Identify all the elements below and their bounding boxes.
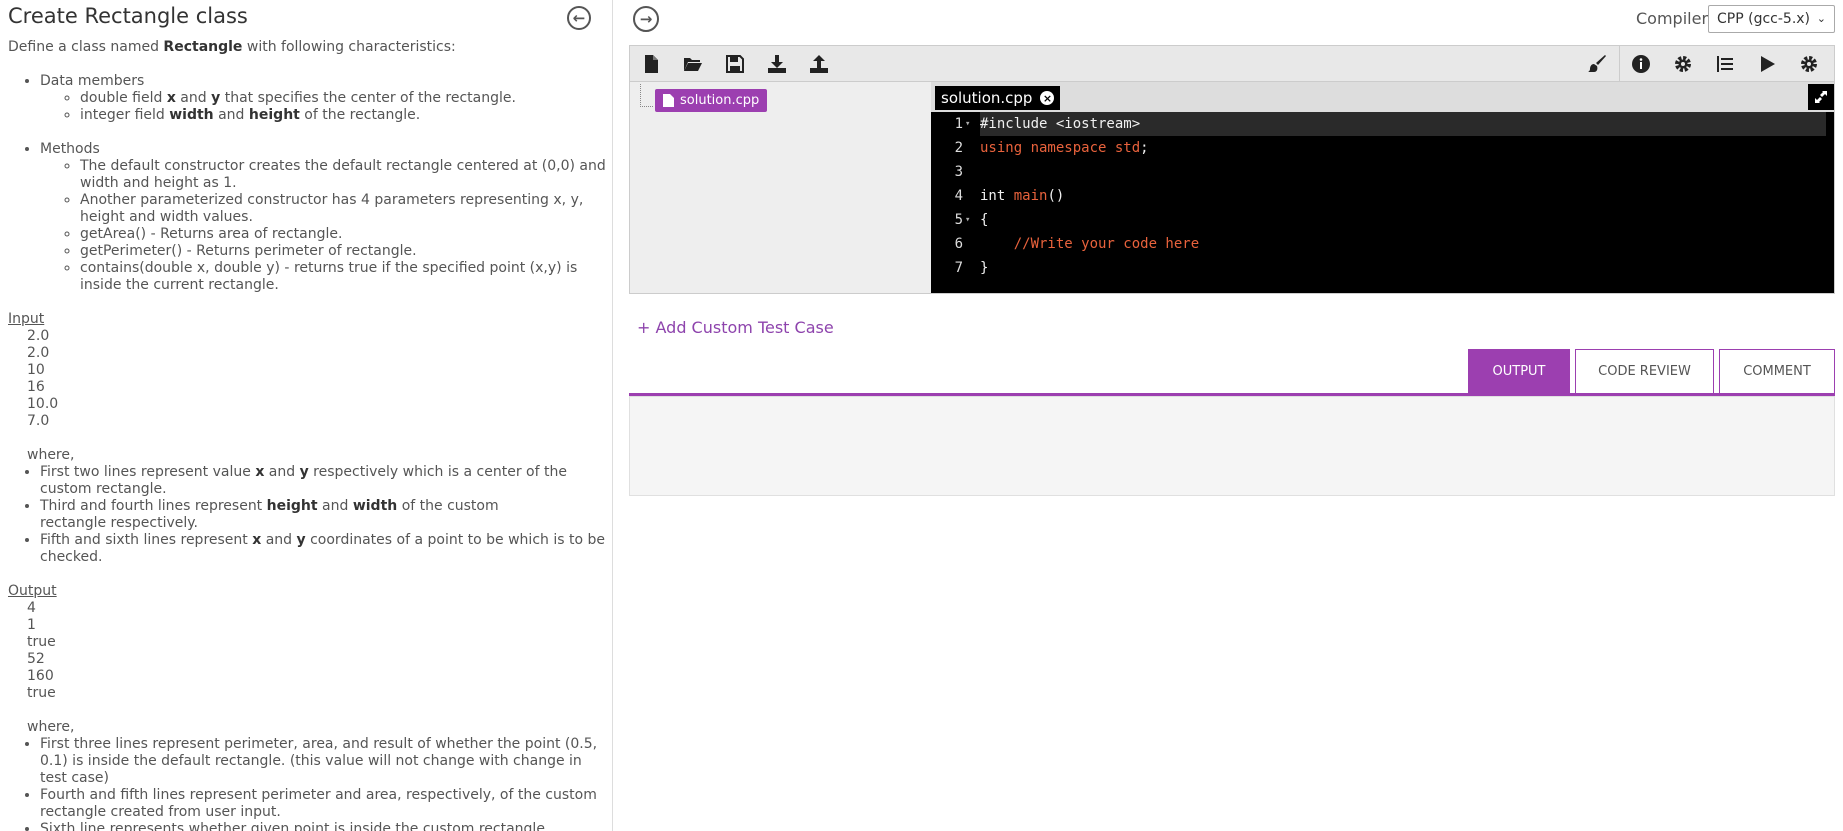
result-tabs: OUTPUT CODE REVIEW COMMENT: [629, 349, 1835, 397]
list-item: First two lines represent value x and y …: [40, 464, 606, 498]
add-custom-test-case-link[interactable]: + Add Custom Test Case: [637, 318, 834, 337]
input-notes: First two lines represent value x and y …: [8, 464, 606, 566]
code-line: 7 }: [954, 260, 989, 276]
input-where-label: where,: [27, 447, 75, 463]
tab-code-review[interactable]: CODE REVIEW: [1575, 349, 1714, 393]
run-settings-icon[interactable]: [1788, 46, 1830, 81]
list-item: getPerimeter() - Returns perimeter of re…: [80, 243, 606, 260]
collapse-left-button[interactable]: ←: [567, 6, 591, 30]
problem-title: Create Rectangle class: [8, 4, 248, 28]
compiler-label: Compiler:: [1636, 9, 1714, 28]
list-item: contains(double x, double y) - returns t…: [80, 260, 606, 294]
code-editor[interactable]: solution.cpp × 1 ▾ #include <iostream> 2 …: [931, 82, 1834, 293]
fullscreen-button[interactable]: [1808, 84, 1834, 110]
list-item: First three lines represent perimeter, a…: [40, 736, 606, 787]
input-values: 2.0 2.0 10 16 10.0 7.0: [27, 328, 59, 429]
save-icon[interactable]: [714, 46, 756, 81]
arrow-right-circle-icon: →: [639, 10, 653, 28]
problem-panel: Create Rectangle class ← Define a class …: [0, 0, 613, 831]
list-item: Sixth line represents whether given poin…: [40, 821, 606, 831]
code-line: 4 int main(): [954, 188, 1065, 204]
brush-icon[interactable]: [1576, 46, 1618, 81]
list-item: double field x and y that specifies the …: [80, 90, 606, 107]
list-item: integer field width and height of the re…: [80, 107, 606, 124]
file-tree: solution.cpp: [630, 82, 931, 293]
problem-description: Define a class named Rectangle with foll…: [8, 39, 606, 831]
code-lines[interactable]: 1 ▾ #include <iostream> 2 using namespace…: [931, 112, 1834, 293]
info-icon[interactable]: [1620, 46, 1662, 81]
methods-item: Methods The default constructor creates …: [40, 141, 606, 294]
run-icon[interactable]: [1746, 46, 1788, 81]
list-item: Third and fourth lines represent height …: [40, 498, 606, 532]
list-item: getArea() - Returns area of rectangle.: [80, 226, 606, 243]
download-icon[interactable]: [756, 46, 798, 81]
data-members-item: Data members double field x and y that s…: [40, 73, 606, 124]
code-line: 3: [954, 164, 963, 180]
characteristics-list: Data members double field x and y that s…: [8, 73, 606, 124]
settings-gear-icon[interactable]: [1662, 46, 1704, 81]
indent-icon[interactable]: [1704, 46, 1746, 81]
output-notes: First three lines represent perimeter, a…: [8, 736, 606, 831]
arrow-left-circle-icon: ←: [572, 9, 586, 27]
output-where-label: where,: [27, 719, 75, 735]
code-line: 1 ▾ #include <iostream>: [931, 112, 1834, 136]
problem-intro: Define a class named Rectangle with foll…: [8, 39, 456, 55]
code-line: 5 ▾ {: [954, 212, 989, 228]
code-line: 6 //Write your code here: [954, 236, 1200, 252]
close-icon[interactable]: ×: [1040, 91, 1055, 105]
list-item: Another parameterized constructor has 4 …: [80, 192, 606, 226]
code-line: 2 using namespace std;: [954, 140, 1149, 156]
output-values: 4 1 true 52 160 true: [27, 600, 56, 701]
new-file-icon[interactable]: [630, 46, 672, 81]
upload-icon[interactable]: [798, 46, 840, 81]
list-item: The default constructor creates the defa…: [80, 158, 606, 192]
compiler-select[interactable]: CPP (gcc-5.x) ⌄: [1708, 5, 1835, 33]
output-heading: Output: [8, 583, 57, 599]
open-folder-icon[interactable]: [672, 46, 714, 81]
editor-toolbar: [630, 46, 1834, 82]
file-tree-item[interactable]: solution.cpp: [655, 89, 768, 112]
expand-left-button[interactable]: →: [633, 6, 659, 32]
tab-comment[interactable]: COMMENT: [1719, 349, 1835, 393]
expand-icon: [1815, 91, 1827, 103]
editor-tab[interactable]: solution.cpp ×: [935, 86, 1061, 110]
input-heading: Input: [8, 311, 45, 327]
file-icon: [663, 94, 674, 107]
tab-output[interactable]: OUTPUT: [1468, 349, 1570, 393]
chevron-down-icon: ⌄: [1816, 12, 1826, 25]
editor-tabbar: solution.cpp ×: [931, 82, 1834, 112]
editor-container: solution.cpp solution.cpp × 1 ▾ #include …: [629, 45, 1835, 294]
list-item: Fourth and fifth lines represent perimet…: [40, 787, 606, 821]
list-item: Fifth and sixth lines represent x and y …: [40, 532, 606, 566]
output-panel: [629, 396, 1835, 496]
